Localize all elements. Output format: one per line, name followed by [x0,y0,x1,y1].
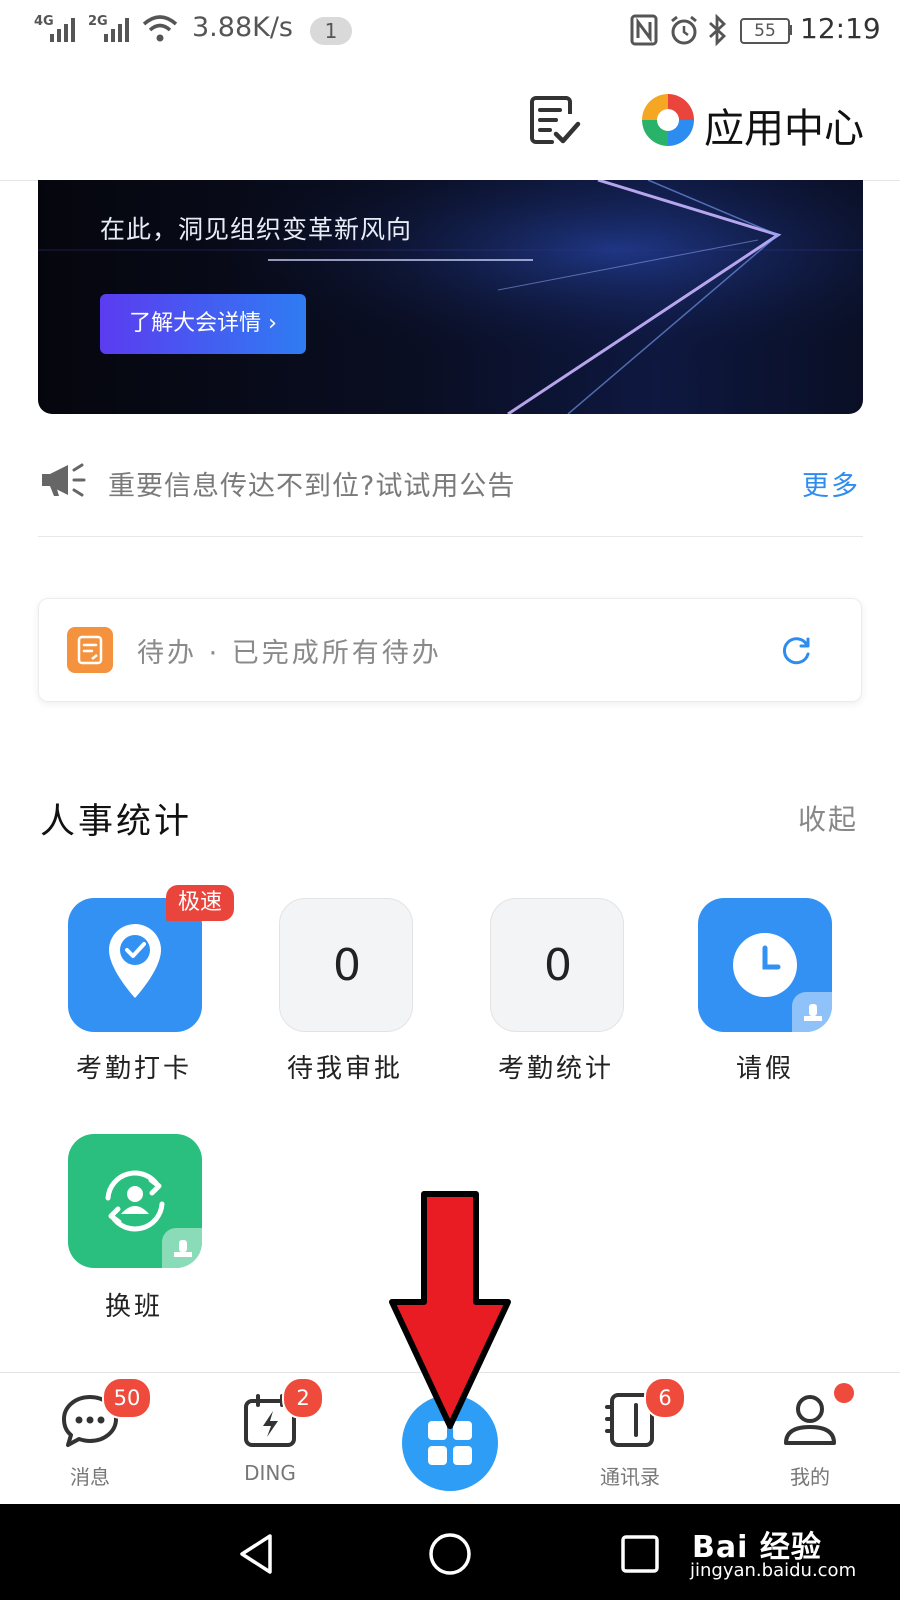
attendance-stats-count: 0 [544,940,572,991]
refresh-icon[interactable] [779,633,813,667]
ding-badge: 2 [282,1377,324,1419]
nav-label: 消息 [70,1465,110,1489]
app-center-label[interactable]: 应用中心 [704,96,864,154]
home-icon[interactable] [428,1532,472,1576]
watermark-url: jingyan.baidu.com [690,1560,857,1581]
tile-label: 考勤统计 [497,1054,614,1084]
system-nav-bar: Bai 经验 jingyan.baidu.com [0,1504,900,1600]
new-dot-badge [834,1383,854,1403]
notification-count-badge: 1 [310,17,352,45]
unread-badge: 50 [102,1377,152,1419]
network-speed: 3.88K/s [192,12,293,43]
leave-request-item[interactable]: 请假 [698,898,878,1088]
attendance-stats-tile: 0 [490,898,624,1032]
stamp-icon [174,1240,192,1257]
shift-swap-item[interactable]: 换班 [66,1134,246,1324]
shift-swap-tile [68,1134,202,1268]
signal-icon [50,18,75,42]
pending-approval-count: 0 [333,940,361,991]
divider [38,536,863,537]
down-arrow-annotation [389,1191,511,1429]
clock: 12:19 [800,12,881,45]
conference-banner[interactable]: 在此，洞见组织变革新风向 了解大会详情 › [38,180,863,414]
todo-status-text: 待办 · 已完成所有待办 [137,638,442,669]
todo-card[interactable]: 待办 · 已完成所有待办 [38,598,862,702]
fast-badge: 极速 [166,885,234,921]
nav-label: 通讯录 [600,1465,660,1489]
wifi-icon [142,15,178,42]
attendance-stats-item[interactable]: 0 考勤统计 [488,898,668,1088]
megaphone-icon [42,463,86,497]
nfc-icon [630,14,658,46]
announcement-more-link[interactable]: 更多 [802,464,860,503]
nav-label: 我的 [790,1465,830,1489]
collapse-link[interactable]: 收起 [798,798,858,838]
bluetooth-icon [709,14,727,46]
stamp-corner [792,992,832,1032]
status-bar: 4G 2G 3.88K/s 1 55 12:19 [0,0,900,62]
section-title: 人事统计 [40,802,193,842]
app-center-logo-icon [642,94,694,146]
leave-tile [698,898,832,1032]
alarm-icon [671,15,697,45]
recents-icon[interactable] [620,1534,660,1574]
tile-label: 待我审批 [286,1054,403,1084]
attendance-clock-in-item[interactable]: 考勤打卡 [66,898,246,1088]
todo-note-icon [67,627,113,673]
signal-icon [104,18,129,42]
battery-tip [788,25,792,35]
header: 应用中心 [0,62,900,181]
tile-label: 换班 [104,1292,163,1322]
conference-details-button[interactable]: 了解大会详情 › [100,294,306,354]
back-icon[interactable] [236,1532,280,1576]
contacts-badge: 6 [644,1377,686,1419]
announcement-text[interactable]: 重要信息传达不到位?试试用公告 [108,464,515,503]
stamp-icon [804,1004,822,1021]
location-check-icon [109,924,161,998]
stamp-corner [162,1228,202,1268]
battery-icon: 55 [740,18,790,44]
person-icon [784,1395,836,1445]
app-center-button[interactable] [640,92,696,148]
tile-label: 考勤打卡 [75,1054,192,1084]
banner-subtitle: 在此，洞见组织变革新风向 [100,215,413,244]
nav-label: DING [244,1461,296,1485]
pending-approval-item[interactable]: 0 待我审批 [277,898,457,1088]
clock-icon [733,933,797,997]
tile-label: 请假 [735,1054,794,1084]
pending-approval-tile: 0 [279,898,413,1032]
todo-list-icon[interactable] [526,92,582,148]
